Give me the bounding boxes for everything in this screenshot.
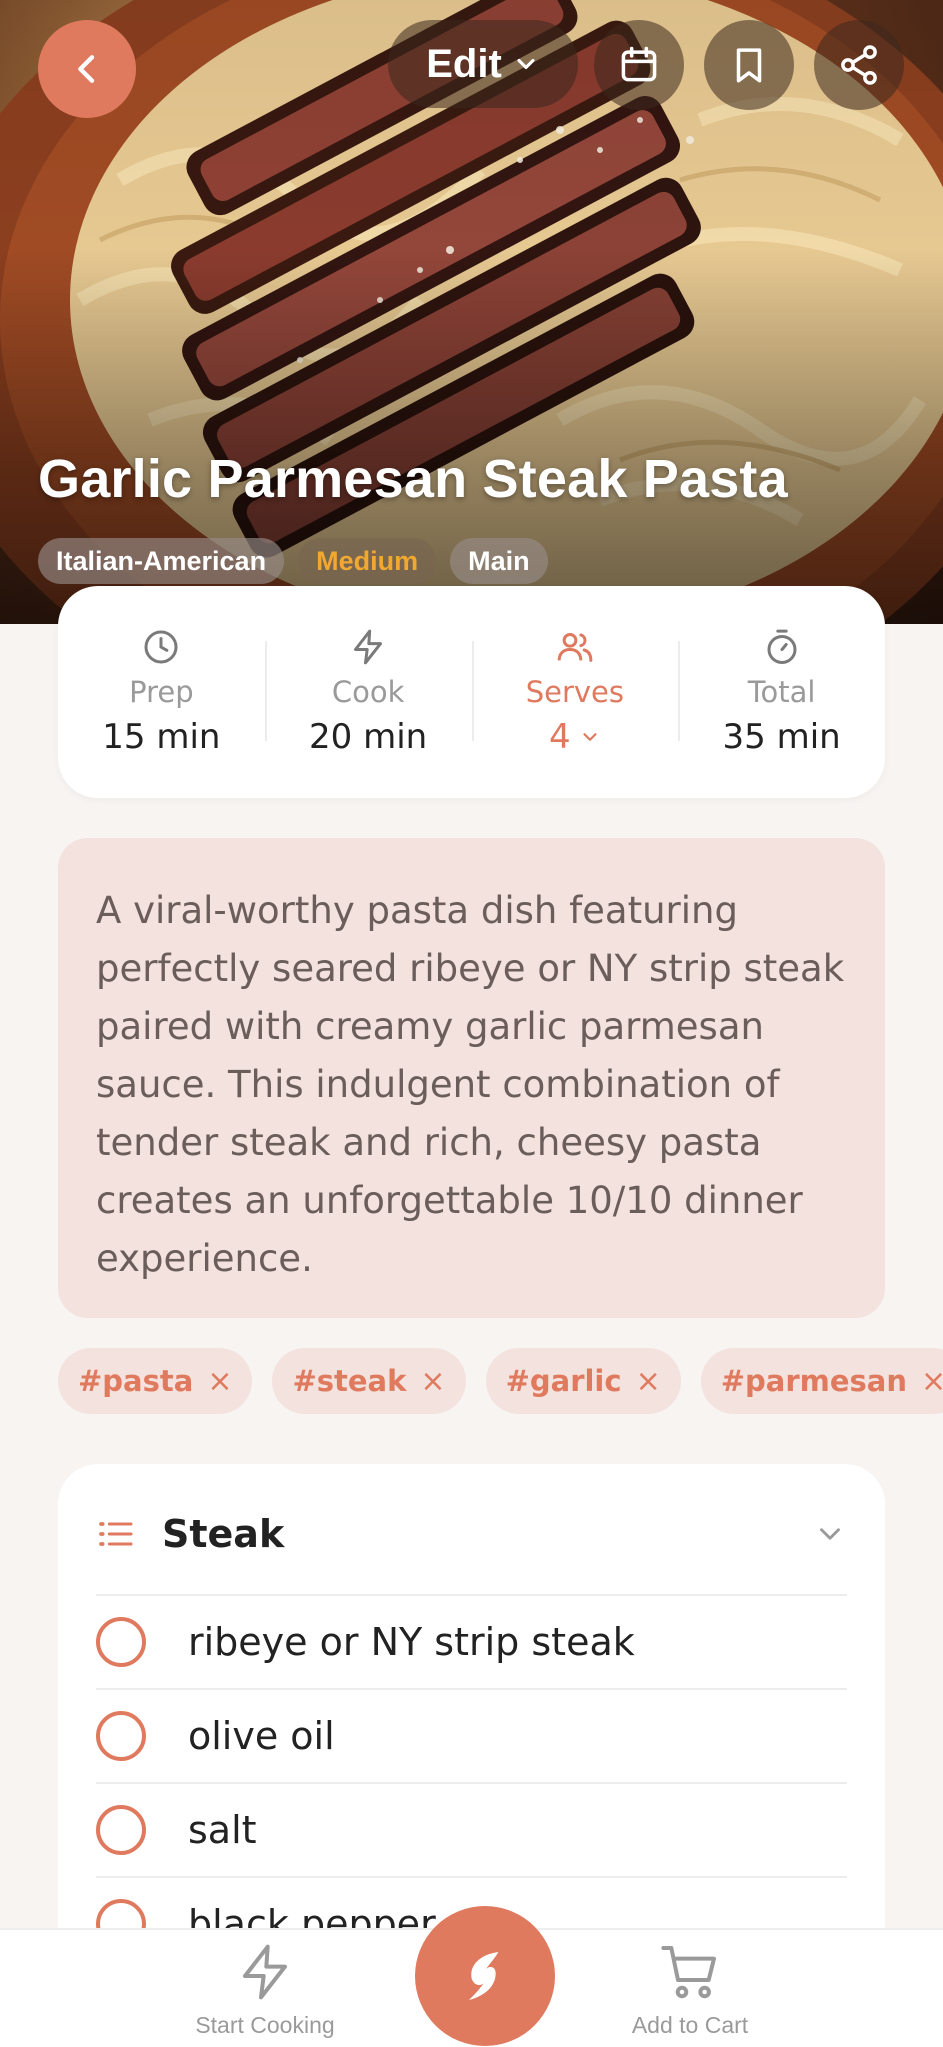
tag-label: #pasta bbox=[78, 1364, 194, 1398]
stat-prep: Prep 15 min bbox=[58, 627, 265, 757]
hero-image: Edit Garlic Parmesan Steak Pasta Italian… bbox=[0, 0, 943, 624]
calendar-button[interactable] bbox=[594, 20, 684, 110]
cuisine-chip: Italian-American bbox=[38, 538, 285, 584]
lightning-icon bbox=[354, 629, 383, 665]
tag-label: #garlic bbox=[505, 1364, 622, 1398]
stat-serves[interactable]: Serves 4 bbox=[471, 627, 679, 757]
recipe-description-card: A viral-worthy pasta dish featuring perf… bbox=[58, 838, 885, 1318]
recipe-page: Edit Garlic Parmesan Steak Pasta Italian… bbox=[0, 0, 943, 2047]
lightning-icon bbox=[243, 1944, 287, 2000]
chevron-left-icon bbox=[78, 55, 95, 83]
list-icon bbox=[99, 1522, 133, 1546]
remove-tag-icon[interactable]: × bbox=[921, 1364, 943, 1399]
recipe-chips: Italian-American Medium Main bbox=[38, 538, 548, 584]
timer-icon bbox=[767, 629, 797, 665]
tag-chip[interactable]: #steak × bbox=[272, 1348, 466, 1414]
bookmark-button[interactable] bbox=[704, 20, 794, 110]
tag-chip[interactable]: #pasta × bbox=[58, 1348, 253, 1414]
ingredient-item[interactable]: salt bbox=[96, 1784, 847, 1876]
add-to-cart-button[interactable]: Add to Cart bbox=[612, 1930, 768, 2047]
tag-label: #parmesan bbox=[720, 1364, 907, 1398]
tag-label: #steak bbox=[292, 1364, 407, 1398]
cart-icon bbox=[661, 1946, 716, 1999]
edit-label: Edit bbox=[426, 41, 502, 86]
ingredient-name: ribeye or NY strip steak bbox=[188, 1620, 635, 1664]
ingredient-item[interactable]: olive oil bbox=[96, 1690, 847, 1782]
remove-tag-icon[interactable]: × bbox=[207, 1364, 232, 1399]
stat-value: 35 min bbox=[722, 717, 841, 757]
clock-icon bbox=[144, 630, 178, 664]
ingredient-name: olive oil bbox=[188, 1714, 335, 1758]
tag-list: #pasta × #steak × #garlic × #parmesan × bbox=[58, 1348, 943, 1414]
ingredient-checkbox[interactable] bbox=[96, 1805, 146, 1855]
course-chip: Main bbox=[450, 538, 548, 584]
stat-label: Cook bbox=[331, 675, 405, 709]
assistant-fab[interactable] bbox=[415, 1906, 555, 2046]
recipe-description: A viral-worthy pasta dish featuring perf… bbox=[96, 889, 845, 1280]
stat-label: Total bbox=[747, 675, 816, 709]
recipe-title: Garlic Parmesan Steak Pasta bbox=[38, 449, 788, 509]
share-icon bbox=[841, 45, 877, 85]
ingredient-section-header[interactable]: Steak bbox=[96, 1504, 847, 1564]
chevron-down-icon[interactable] bbox=[813, 1517, 847, 1551]
tag-chip[interactable]: #parmesan × bbox=[700, 1348, 943, 1414]
remove-tag-icon[interactable]: × bbox=[420, 1364, 445, 1399]
difficulty-chip: Medium bbox=[298, 538, 437, 584]
ingredient-item[interactable]: ribeye or NY strip steak bbox=[96, 1596, 847, 1688]
users-icon bbox=[557, 633, 593, 662]
calendar-icon bbox=[621, 46, 657, 82]
tag-chip[interactable]: #garlic × bbox=[485, 1348, 681, 1414]
stat-cook: Cook 20 min bbox=[264, 627, 472, 757]
start-cooking-button[interactable]: Start Cooking bbox=[180, 1930, 350, 2047]
share-button[interactable] bbox=[814, 20, 904, 110]
bookmark-icon bbox=[736, 48, 762, 83]
servings-selector[interactable]: 4 bbox=[549, 717, 601, 757]
stat-total: Total 35 min bbox=[678, 627, 885, 757]
servings-value: 4 bbox=[549, 717, 571, 757]
start-cooking-label: Start Cooking bbox=[195, 2012, 335, 2038]
stat-value: 20 min bbox=[309, 717, 428, 757]
leaf-icon bbox=[469, 1952, 499, 2000]
recipe-stats-card: Prep 15 min Cook 20 min Serves 4 Total 3… bbox=[58, 586, 885, 798]
stat-label: Serves bbox=[525, 675, 625, 709]
ingredient-checkbox[interactable] bbox=[96, 1617, 146, 1667]
remove-tag-icon[interactable]: × bbox=[636, 1364, 661, 1399]
stat-label: Prep bbox=[129, 675, 194, 709]
chevron-down-icon bbox=[517, 58, 535, 70]
stat-value: 15 min bbox=[102, 717, 221, 757]
ingredient-checkbox[interactable] bbox=[96, 1711, 146, 1761]
add-to-cart-label: Add to Cart bbox=[631, 2012, 749, 2038]
ingredient-name: salt bbox=[188, 1808, 257, 1852]
edit-menu-button[interactable]: Edit bbox=[388, 20, 578, 108]
back-button[interactable] bbox=[38, 20, 136, 118]
chevron-down-icon bbox=[583, 733, 597, 741]
ingredient-section-title: Steak bbox=[162, 1512, 285, 1556]
